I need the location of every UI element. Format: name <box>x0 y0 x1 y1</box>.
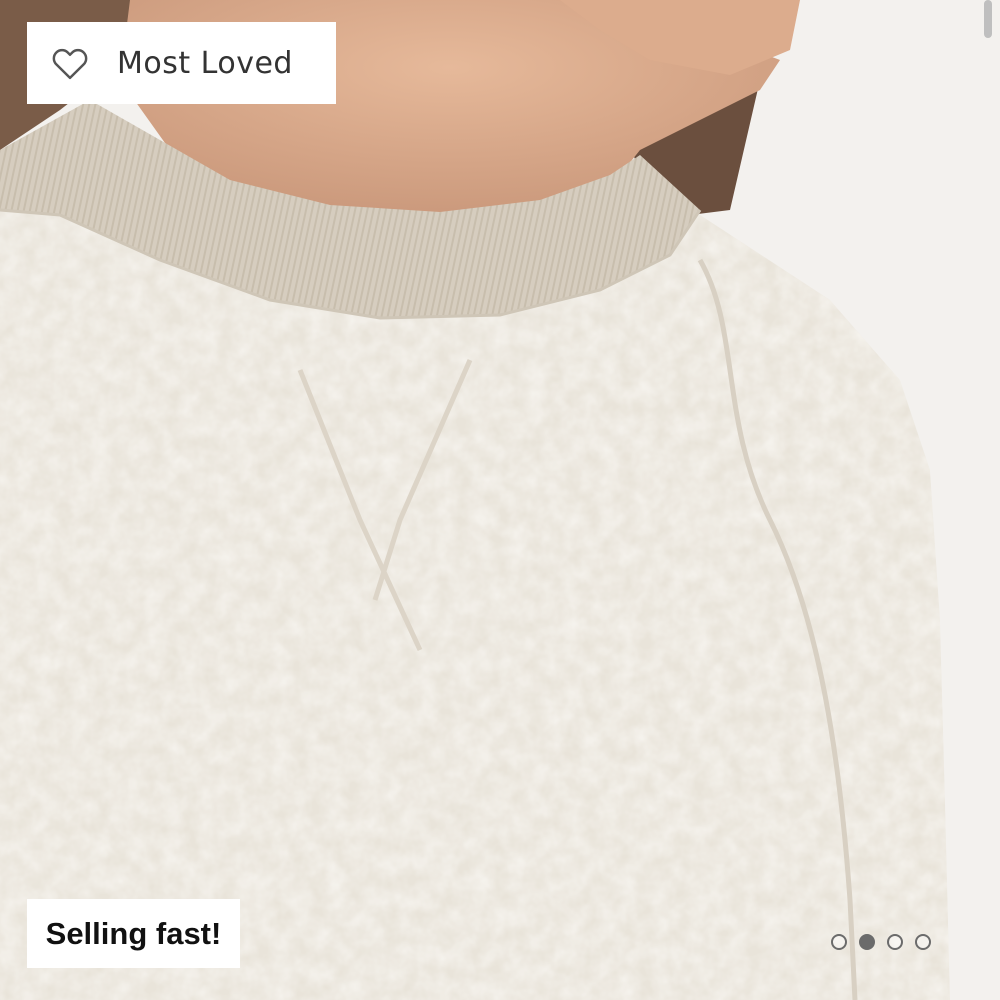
carousel-dot-3[interactable] <box>887 934 903 950</box>
carousel-dot-1[interactable] <box>831 934 847 950</box>
product-gallery[interactable]: Most Loved Selling fast! <box>0 0 1000 1000</box>
carousel-dot-4[interactable] <box>915 934 931 950</box>
carousel-indicator <box>831 934 931 950</box>
most-loved-badge[interactable]: Most Loved <box>27 22 336 104</box>
carousel-dot-2[interactable] <box>859 934 875 950</box>
product-image[interactable] <box>0 0 1000 1000</box>
selling-fast-label: Selling fast! <box>45 915 222 951</box>
selling-fast-badge: Selling fast! <box>27 899 240 968</box>
heart-outline-icon[interactable] <box>49 42 91 84</box>
most-loved-label: Most Loved <box>117 45 293 81</box>
scrollbar[interactable] <box>984 0 992 38</box>
